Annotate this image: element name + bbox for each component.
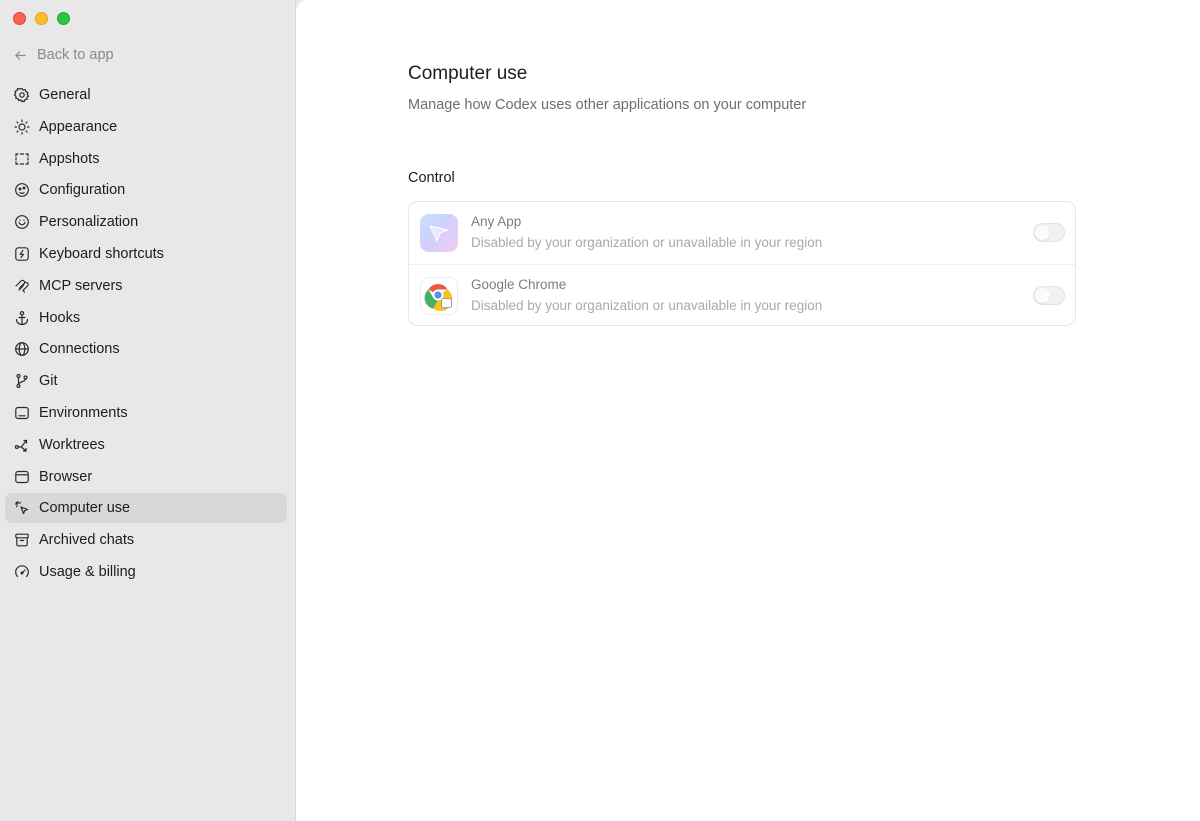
browser-icon [13,468,30,485]
control-card: Any App Disabled by your organization or… [408,201,1076,326]
gauge-icon [13,563,30,580]
sidebar-item-label: Computer use [39,500,131,517]
cursor-click-icon [13,500,30,517]
sidebar-item-general[interactable]: General [5,80,287,110]
sidebar-item-appearance[interactable]: Appearance [5,112,287,142]
settings-content: Computer use Manage how Codex uses other… [296,0,1200,821]
sidebar-item-label: Worktrees [39,436,105,453]
section-label-control: Control [408,170,455,186]
back-to-app-label: Back to app [37,47,114,63]
zoom-window-button[interactable] [57,12,70,25]
laptop-icon [13,404,30,421]
sun-icon [13,118,30,135]
sidebar-item-worktrees[interactable]: Worktrees [5,430,287,460]
sidebar-item-environments[interactable]: Environments [5,398,287,428]
sidebar-item-label: Appshots [39,150,100,167]
keyboard-icon [13,245,30,262]
any-app-icon [420,214,458,252]
sidebar-item-connections[interactable]: Connections [5,334,287,364]
sidebar-item-label: Personalization [39,214,139,231]
google-chrome-toggle[interactable] [1033,286,1065,305]
sidebar-item-appshots[interactable]: Appshots [5,144,287,174]
sidebar-item-usage-billing[interactable]: Usage & billing [5,557,287,587]
sidebar-item-label: Archived chats [39,532,135,549]
sidebar-item-git[interactable]: Git [5,366,287,396]
mcp-icon [13,277,30,294]
sidebar-item-hooks[interactable]: Hooks [5,303,287,333]
list-item-google-chrome: Google Chrome Disabled by your organizat… [409,264,1075,326]
row-title: Google Chrome [471,277,567,292]
sidebar: Back to app General Appearance Appshots … [0,0,296,821]
list-item-any-app: Any App Disabled by your organization or… [409,202,1075,264]
sidebar-item-label: Connections [39,341,120,358]
page-title: Computer use [408,63,528,84]
sidebar-item-label: Environments [39,404,128,421]
archive-icon [13,532,30,549]
sidebar-item-label: Appearance [39,118,118,135]
sidebar-item-label: Keyboard shortcuts [39,245,164,262]
row-description: Disabled by your organization or unavail… [471,235,823,250]
git-branch-icon [13,373,30,390]
any-app-toggle[interactable] [1033,223,1065,242]
sidebar-item-label: Hooks [39,309,81,326]
globe-icon [13,341,30,358]
sidebar-item-label: Git [39,373,58,390]
personalization-icon [13,214,30,231]
sidebar-item-configuration[interactable]: Configuration [5,175,287,205]
sidebar-item-keyboard-shortcuts[interactable]: Keyboard shortcuts [5,239,287,269]
capture-icon [13,150,30,167]
sidebar-item-label: Configuration [39,182,126,199]
sidebar-item-personalization[interactable]: Personalization [5,207,287,237]
back-to-app-link[interactable]: Back to app [13,47,114,63]
arrow-left-icon [15,50,26,60]
sidebar-item-label: Usage & billing [39,563,136,580]
page-subtitle: Manage how Codex uses other applications… [408,97,807,113]
sidebar-item-computer-use[interactable]: Computer use [5,493,287,524]
gear-icon [13,87,30,104]
sidebar-item-mcp-servers[interactable]: MCP servers [5,271,287,301]
worktree-icon [13,436,30,453]
settings-nav: General Appearance Appshots Configuratio… [5,80,287,589]
minimize-window-button[interactable] [35,12,48,25]
row-title: Any App [471,214,522,229]
sidebar-item-archived-chats[interactable]: Archived chats [5,525,287,555]
sidebar-item-label: General [39,87,91,103]
sidebar-item-label: MCP servers [39,277,123,294]
sidebar-item-browser[interactable]: Browser [5,462,287,492]
settings-window: Back to app General Appearance Appshots … [0,0,1200,821]
chrome-icon [420,276,458,315]
config-icon [13,182,30,199]
close-window-button[interactable] [13,12,26,25]
anchor-icon [13,309,30,326]
sidebar-item-label: Browser [39,468,93,485]
window-controls [13,12,70,25]
row-description: Disabled by your organization or unavail… [471,298,823,313]
